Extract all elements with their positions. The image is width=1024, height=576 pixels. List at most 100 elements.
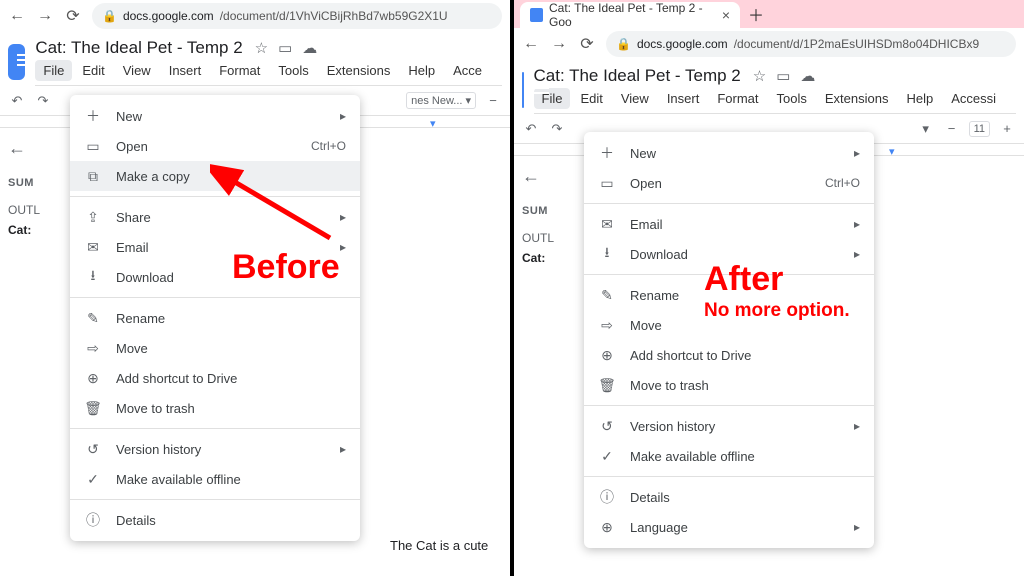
undo-icon[interactable]: ↶	[8, 92, 26, 110]
redo-icon[interactable]: ↷	[548, 120, 566, 138]
cloud-icon[interactable]: ☁	[302, 39, 317, 57]
menu-accessi[interactable]: Accessi	[943, 88, 1004, 109]
menu-insert[interactable]: Insert	[161, 60, 210, 81]
menu-item-meta: ▸	[854, 520, 860, 534]
menu-item-icon: ✉	[598, 216, 616, 233]
move-icon[interactable]: ▭	[776, 67, 790, 85]
docs-logo-icon[interactable]	[8, 44, 25, 80]
menu-item-icon: ✓	[598, 448, 616, 465]
menu-separator	[584, 405, 874, 406]
star-icon[interactable]: ☆	[753, 67, 766, 85]
menu-item-meta: ▸	[854, 146, 860, 160]
menu-extensions[interactable]: Extensions	[319, 60, 399, 81]
font-select[interactable]: nes New...▾	[406, 92, 476, 109]
menu-item-add-shortcut-to-drive[interactable]: ⊕Add shortcut to Drive	[70, 363, 360, 393]
address-bar[interactable]: 🔒 docs.google.com /document/d/1P2maEsUIH…	[606, 31, 1016, 57]
chevron-down-icon[interactable]: ▾	[917, 120, 935, 138]
menu-item-new[interactable]: ＋New▸	[584, 138, 874, 168]
tab-close-icon[interactable]: ×	[722, 7, 730, 23]
menu-item-open[interactable]: ▭OpenCtrl+O	[584, 168, 874, 198]
menu-item-make-available-offline[interactable]: ✓Make available offline	[584, 441, 874, 471]
menu-separator	[70, 297, 360, 298]
menu-item-icon: ↺	[84, 441, 102, 458]
file-menu-dropdown: ＋New▸▭OpenCtrl+O✉Email▸⭳Download▸✎Rename…	[584, 132, 874, 548]
menu-item-icon: ⇨	[598, 317, 616, 334]
menu-item-rename[interactable]: ✎Rename	[70, 303, 360, 333]
plus-icon[interactable]: +	[998, 120, 1016, 138]
menu-item-label: Add shortcut to Drive	[116, 371, 346, 386]
new-tab-button[interactable]: ＋	[744, 2, 768, 26]
menu-item-icon: 🗑	[84, 400, 102, 417]
menu-item-move-to-trash[interactable]: 🗑Move to trash	[584, 370, 874, 400]
menu-extensions[interactable]: Extensions	[817, 88, 897, 109]
menu-help[interactable]: Help	[400, 60, 443, 81]
minus-icon[interactable]: −	[943, 120, 961, 138]
menu-item-new[interactable]: ＋New▸	[70, 101, 360, 131]
menu-item-move[interactable]: ⇨Move	[70, 333, 360, 363]
back-icon[interactable]: ←	[8, 7, 26, 25]
doc-title[interactable]: Cat: The Ideal Pet - Temp 2	[534, 66, 741, 86]
menu-item-meta: Ctrl+O	[825, 176, 860, 190]
menu-item-version-history[interactable]: ↺Version history▸	[70, 434, 360, 464]
minus-icon[interactable]: −	[484, 92, 502, 110]
annotation-after: After	[704, 260, 783, 299]
menu-tools[interactable]: Tools	[769, 88, 815, 109]
doc-title[interactable]: Cat: The Ideal Pet - Temp 2	[35, 38, 242, 58]
reload-icon[interactable]: ⟳	[64, 7, 82, 25]
forward-icon[interactable]: →	[36, 7, 54, 25]
back-icon[interactable]: ←	[522, 35, 540, 53]
menu-tools[interactable]: Tools	[270, 60, 316, 81]
menu-item-email[interactable]: ✉Email▸	[584, 209, 874, 239]
menu-separator	[70, 428, 360, 429]
doc-header: Cat: The Ideal Pet - Temp 2 ☆ ▭ ☁ FileEd…	[514, 60, 1024, 114]
outline-label: OUTL	[8, 203, 52, 217]
outline-back-icon[interactable]: ←	[8, 138, 52, 159]
favicon-icon	[530, 8, 543, 22]
menu-item-label: Add shortcut to Drive	[630, 348, 860, 363]
outline-item[interactable]: Cat:	[522, 251, 566, 265]
outline-back-icon[interactable]: ←	[522, 166, 566, 187]
reload-icon[interactable]: ⟳	[578, 35, 596, 53]
menu-item-language[interactable]: ⊕ Language ▸	[584, 512, 874, 542]
menu-item-make-available-offline[interactable]: ✓Make available offline	[70, 464, 360, 494]
url-path: /document/d/1VhViCBijRhBd7wb59G2X1U	[220, 9, 448, 23]
menu-item-label: Make available offline	[116, 472, 346, 487]
menu-file[interactable]: File	[534, 88, 571, 109]
menu-item-add-shortcut-to-drive[interactable]: ⊕Add shortcut to Drive	[584, 340, 874, 370]
url-path: /document/d/1P2maEsUIHSDm8o04DHICBx9	[734, 37, 979, 51]
menu-format[interactable]: Format	[709, 88, 766, 109]
menu-item-details[interactable]: ⓘDetails	[70, 505, 360, 535]
menu-item-version-history[interactable]: ↺Version history▸	[584, 411, 874, 441]
redo-icon[interactable]: ↷	[34, 92, 52, 110]
menu-view[interactable]: View	[115, 60, 159, 81]
menu-edit[interactable]: Edit	[74, 60, 112, 81]
undo-icon[interactable]: ↶	[522, 120, 540, 138]
menu-format[interactable]: Format	[211, 60, 268, 81]
browser-tab[interactable]: Cat: The Ideal Pet - Temp 2 - Goo ×	[520, 2, 740, 28]
tab-strip: Cat: The Ideal Pet - Temp 2 - Goo × ＋	[514, 0, 1024, 28]
menu-item-move-to-trash[interactable]: 🗑Move to trash	[70, 393, 360, 423]
docs-logo-icon[interactable]	[522, 72, 524, 108]
forward-icon[interactable]: →	[550, 35, 568, 53]
menu-help[interactable]: Help	[898, 88, 941, 109]
menu-acce[interactable]: Acce	[445, 60, 490, 81]
move-icon[interactable]: ▭	[278, 39, 292, 57]
menu-file[interactable]: File	[35, 60, 72, 81]
menu-edit[interactable]: Edit	[572, 88, 610, 109]
outline-item[interactable]: Cat:	[8, 223, 52, 237]
star-icon[interactable]: ☆	[255, 39, 268, 57]
menu-item-icon: ⊕	[598, 519, 616, 536]
font-size-input[interactable]: 11	[969, 121, 990, 137]
address-bar[interactable]: 🔒 docs.google.com /document/d/1VhViCBijR…	[92, 3, 502, 29]
menu-item-open[interactable]: ▭OpenCtrl+O	[70, 131, 360, 161]
menu-item-details[interactable]: ⓘDetails	[584, 482, 874, 512]
menu-item-meta: ▸	[340, 109, 346, 123]
menu-item-icon: ⭳	[598, 242, 616, 266]
cloud-icon[interactable]: ☁	[800, 67, 815, 85]
summary-label: SUM	[522, 205, 566, 217]
left-pane: ← → ⟳ 🔒 docs.google.com /document/d/1VhV…	[0, 0, 510, 576]
menu-insert[interactable]: Insert	[659, 88, 708, 109]
menu-item-label: Language	[630, 520, 840, 535]
menu-view[interactable]: View	[613, 88, 657, 109]
outline-label: OUTL	[522, 231, 566, 245]
